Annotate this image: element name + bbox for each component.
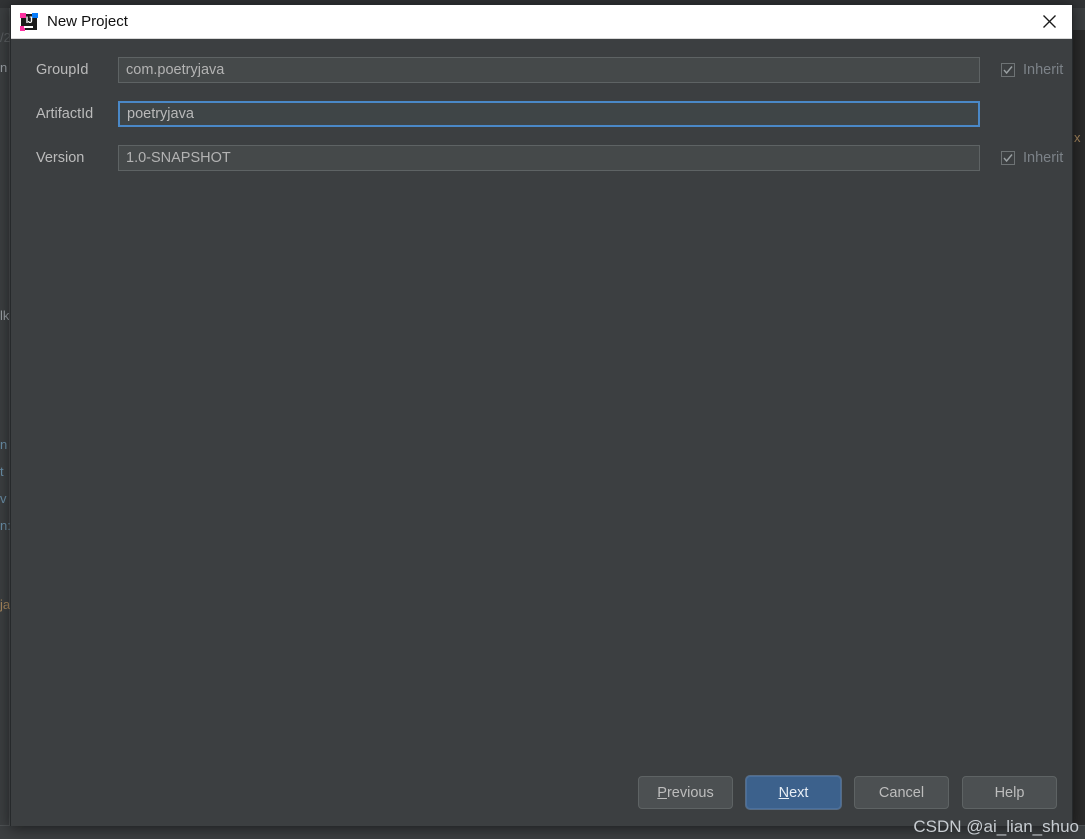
background-text-fragment: v bbox=[0, 491, 7, 506]
background-text-fragment: n bbox=[0, 437, 8, 452]
version-inherit-label: Inherit bbox=[1023, 150, 1064, 166]
next-mnemonic: N bbox=[778, 784, 790, 801]
background-text-fragment: ja bbox=[0, 597, 11, 612]
intellij-idea-logo-icon: IJ bbox=[20, 12, 38, 31]
dialog-titlebar: IJ New Project bbox=[11, 5, 1072, 39]
artifactid-input[interactable] bbox=[118, 101, 980, 127]
new-project-dialog: IJ New Project GroupId Inheri bbox=[10, 4, 1073, 826]
dialog-title: New Project bbox=[47, 13, 128, 30]
titlebar-left-group: IJ New Project bbox=[11, 12, 128, 31]
background-right-panel bbox=[1072, 30, 1085, 825]
dialog-body: GroupId Inherit ArtifactId Version bbox=[11, 39, 1072, 826]
previous-button[interactable]: Previous bbox=[638, 776, 733, 809]
dialog-button-bar: Previous Next Cancel Help bbox=[638, 776, 1057, 809]
background-left-gutter bbox=[0, 8, 10, 839]
version-inherit-checkbox[interactable] bbox=[1001, 151, 1015, 165]
background-text-fragment: n bbox=[0, 60, 8, 75]
csdn-watermark: CSDN @ai_lian_shuo bbox=[913, 817, 1079, 836]
form-row-version: Version Inherit bbox=[11, 145, 1072, 171]
background-text-fragment: t bbox=[0, 464, 4, 479]
version-inherit-group[interactable]: Inherit bbox=[1001, 150, 1063, 166]
groupid-inherit-label: Inherit bbox=[1023, 62, 1064, 78]
version-input[interactable] bbox=[118, 145, 980, 171]
next-button[interactable]: Next bbox=[746, 776, 841, 809]
groupid-inherit-checkbox[interactable] bbox=[1001, 63, 1015, 77]
next-label: ext bbox=[789, 784, 809, 801]
artifactid-label: ArtifactId bbox=[36, 106, 94, 122]
cancel-button[interactable]: Cancel bbox=[854, 776, 949, 809]
help-button[interactable]: Help bbox=[962, 776, 1057, 809]
groupid-inherit-group[interactable]: Inherit bbox=[1001, 62, 1063, 78]
previous-label: revious bbox=[666, 784, 714, 801]
groupid-label: GroupId bbox=[36, 62, 89, 78]
background-text-fragment: x bbox=[1074, 130, 1081, 145]
form-row-groupid: GroupId Inherit bbox=[11, 57, 1072, 83]
background-text-fragment: lk bbox=[0, 308, 10, 323]
form-row-artifactid: ArtifactId bbox=[11, 101, 1072, 127]
groupid-input[interactable] bbox=[118, 57, 980, 83]
close-icon[interactable] bbox=[1026, 5, 1072, 38]
previous-mnemonic: P bbox=[657, 784, 667, 801]
version-label: Version bbox=[36, 150, 85, 166]
